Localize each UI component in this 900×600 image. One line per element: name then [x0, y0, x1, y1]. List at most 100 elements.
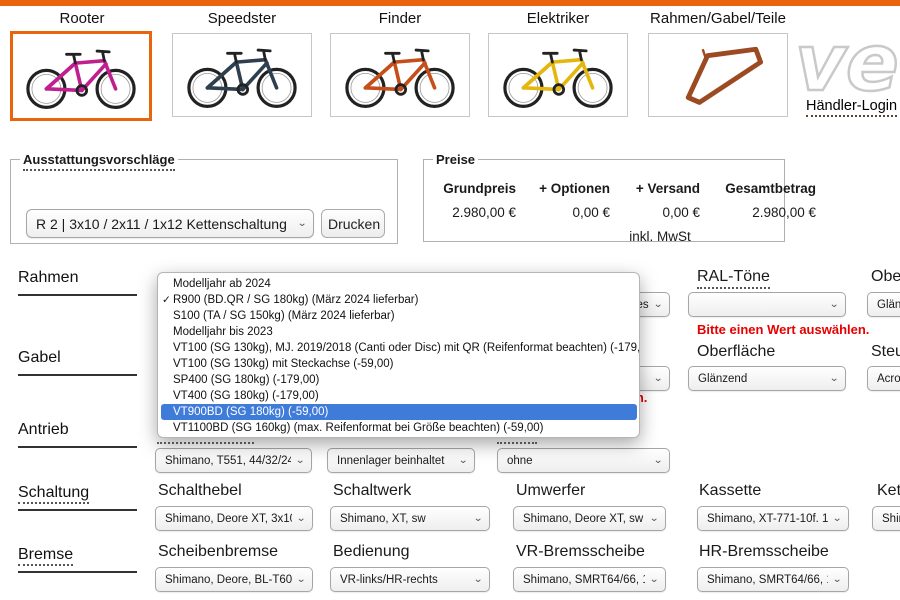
- chain-select[interactable]: Shimano⌄: [872, 506, 900, 531]
- rear-derailleur-select[interactable]: Shimano, XT, sw⌄: [330, 506, 490, 531]
- chevron-down-icon: ⌄: [829, 373, 839, 384]
- tab-thumbnail[interactable]: [172, 33, 312, 117]
- options-price-value: 0,00 €: [526, 205, 610, 220]
- dropdown-item[interactable]: VT1100BD (SG 160kg) (max. Reifenformat b…: [158, 420, 639, 436]
- crankset-select[interactable]: Shimano, T551, 44/32/24, 1⌄: [155, 448, 312, 473]
- dropdown-item[interactable]: SP400 (SG 180kg) (-179,00): [158, 372, 639, 388]
- shifter-label: Schalthebel: [158, 482, 242, 500]
- total-price-value: 2.980,00 €: [710, 205, 816, 220]
- brake-operation-select[interactable]: VR-links/HR-rechts⌄: [330, 567, 490, 592]
- dropdown-item-label: VT400 (SG 180kg) (-179,00): [173, 390, 319, 402]
- chevron-down-icon: ⌄: [473, 574, 483, 585]
- cassette-label: Kassette: [699, 482, 761, 500]
- rear-rotor-select[interactable]: Shimano, SMRT64/66, 160r⌄: [697, 567, 849, 592]
- tab-thumbnail[interactable]: [10, 31, 152, 121]
- chevron-down-icon: ⌄: [653, 455, 663, 466]
- dropdown-item-label: VT1100BD (SG 160kg) (max. Reifenformat b…: [173, 422, 544, 434]
- tab-speedster[interactable]: Speedster: [172, 8, 312, 117]
- bike-image: [495, 38, 621, 112]
- bottom-bracket-select[interactable]: Innenlager beinhaltet⌄: [327, 448, 475, 473]
- shifter-select[interactable]: Shimano, Deore XT, 3x10, sw⌄: [155, 506, 313, 531]
- dropdown-item[interactable]: VT400 (SG 180kg) (-179,00): [158, 388, 639, 404]
- price-col-header: Gesamtbetrag: [710, 181, 816, 196]
- tab-label: Finder: [330, 8, 470, 30]
- chevron-down-icon: ⌄: [295, 455, 305, 466]
- tab-label: Elektriker: [488, 8, 628, 30]
- prices-fieldset: Preise Grundpreis + Optionen + Versand G…: [423, 152, 785, 242]
- ral-tone-select[interactable]: ⌄: [688, 292, 846, 317]
- frame-surface-select[interactable]: Glänzend⌄: [867, 292, 900, 317]
- section-link-schaltung[interactable]: Schaltung: [18, 484, 137, 511]
- dropdown-item[interactable]: VT100 (SG 130kg), MJ. 2019/2018 (Canti o…: [158, 340, 639, 356]
- ral-required-message: Bitte einen Wert auswählen.: [697, 322, 869, 337]
- tab-rooter[interactable]: Rooter: [12, 8, 152, 121]
- model-dropdown: Modelljahr ab 2024✓R900 (BD.QR / SG 180k…: [157, 272, 640, 438]
- tab-elektriker[interactable]: Elektriker: [488, 8, 628, 117]
- check-icon: ✓: [162, 292, 171, 308]
- tab-finder[interactable]: Finder: [330, 8, 470, 117]
- section-link-rahmen[interactable]: Rahmen: [18, 269, 137, 296]
- equipment-suggestions-fieldset: Ausstattungsvorschläge R 2 | 3x10 / 2x11…: [10, 152, 398, 244]
- front-rotor-label: VR-Bremsscheibe: [516, 543, 645, 561]
- dropdown-item-label: Modelljahr bis 2023: [173, 326, 273, 338]
- fork-surface-select[interactable]: Glänzend⌄: [688, 366, 846, 391]
- disc-brake-label: Scheibenbremse: [158, 543, 278, 561]
- top-accent-bar: [0, 0, 900, 6]
- headset-select[interactable]: Acros⌄: [867, 366, 900, 391]
- rear-rotor-label: HR-Bremsscheibe: [699, 543, 829, 561]
- tab-rahmen-gabel-teile[interactable]: Rahmen/Gabel/Teile: [648, 8, 788, 117]
- dropdown-item-label: Modelljahr ab 2024: [173, 278, 271, 290]
- tab-thumbnail[interactable]: [648, 33, 788, 117]
- dealer-login-link[interactable]: Händler-Login: [806, 98, 897, 117]
- dropdown-item-label: SP400 (SG 180kg) (-179,00): [173, 374, 319, 386]
- ral-tone-label[interactable]: RAL-Töne: [697, 268, 770, 286]
- brand-logo: ve: [795, 22, 900, 105]
- rear-derailleur-label: Schaltwerk: [333, 482, 411, 500]
- dropdown-item[interactable]: S100 (TA / SG 150kg) (März 2024 lieferba…: [158, 308, 639, 324]
- chevron-down-icon: ⌄: [832, 574, 842, 585]
- tax-note: inkl. MwSt: [620, 229, 700, 244]
- dropdown-item[interactable]: Modelljahr ab 2024: [158, 276, 639, 292]
- dropdown-item-label: R900 (BD.QR / SG 180kg) (März 2024 liefe…: [173, 294, 418, 306]
- chevron-down-icon: ⌄: [649, 574, 659, 585]
- frame-surface-label: Oberfläche: [871, 268, 900, 286]
- print-button[interactable]: Drucken: [321, 209, 385, 238]
- tab-thumbnail[interactable]: [330, 33, 470, 117]
- section-link-antrieb[interactable]: Antrieb: [18, 421, 137, 448]
- hidden-label-underline: [497, 441, 537, 444]
- base-price-value: 2.980,00 €: [430, 205, 516, 220]
- chevron-down-icon: ⌄: [832, 513, 842, 524]
- chevron-down-icon: ⌄: [296, 574, 306, 585]
- shipping-price-value: 0,00 €: [620, 205, 700, 220]
- frame-image: [655, 38, 781, 112]
- pedal-select[interactable]: ohne⌄: [497, 448, 670, 473]
- dropdown-item[interactable]: ✓R900 (BD.QR / SG 180kg) (März 2024 lief…: [158, 292, 639, 308]
- price-col-header: + Optionen: [526, 181, 610, 196]
- hidden-label-underline: [157, 441, 254, 444]
- section-link-bremse[interactable]: Bremse: [18, 546, 137, 573]
- prices-legend: Preise: [433, 152, 478, 167]
- chevron-down-icon: ⌄: [473, 513, 483, 524]
- bike-image: [179, 38, 305, 112]
- tab-label: Rooter: [12, 8, 152, 30]
- chevron-down-icon: ⌄: [829, 299, 839, 310]
- dropdown-item[interactable]: VT100 (SG 130kg) mit Steckachse (-59,00): [158, 356, 639, 372]
- dropdown-item-label: S100 (TA / SG 150kg) (März 2024 lieferba…: [173, 310, 395, 322]
- equipment-suggestion-select[interactable]: R 2 | 3x10 / 2x11 / 1x12 Kettenschaltung…: [26, 209, 314, 238]
- front-derailleur-label: Umwerfer: [516, 482, 585, 500]
- chevron-down-icon: ⌄: [653, 299, 663, 310]
- disc-brake-select[interactable]: Shimano, Deore, BL-T6000,⌄: [155, 567, 313, 592]
- tab-thumbnail[interactable]: [488, 33, 628, 117]
- section-link-gabel[interactable]: Gabel: [18, 349, 137, 376]
- front-derailleur-select[interactable]: Shimano, Deore XT, sw⌄: [513, 506, 666, 531]
- chevron-down-icon: ⌄: [296, 513, 306, 524]
- logo-text: ve: [795, 22, 899, 100]
- dropdown-item[interactable]: VT900BD (SG 180kg) (-59,00): [161, 404, 637, 420]
- dropdown-item[interactable]: Modelljahr bis 2023: [158, 324, 639, 340]
- fork-surface-label: Oberfläche: [697, 343, 775, 361]
- dropdown-item-label: VT900BD (SG 180kg) (-59,00): [173, 406, 328, 418]
- equipment-suggestions-legend: Ausstattungsvorschläge: [23, 152, 175, 171]
- cassette-select[interactable]: Shimano, XT-771-10f. 11-34⌄: [697, 506, 849, 531]
- dropdown-item-label: VT100 (SG 130kg) mit Steckachse (-59,00): [173, 358, 394, 370]
- front-rotor-select[interactable]: Shimano, SMRT64/66, 180r⌄: [513, 567, 666, 592]
